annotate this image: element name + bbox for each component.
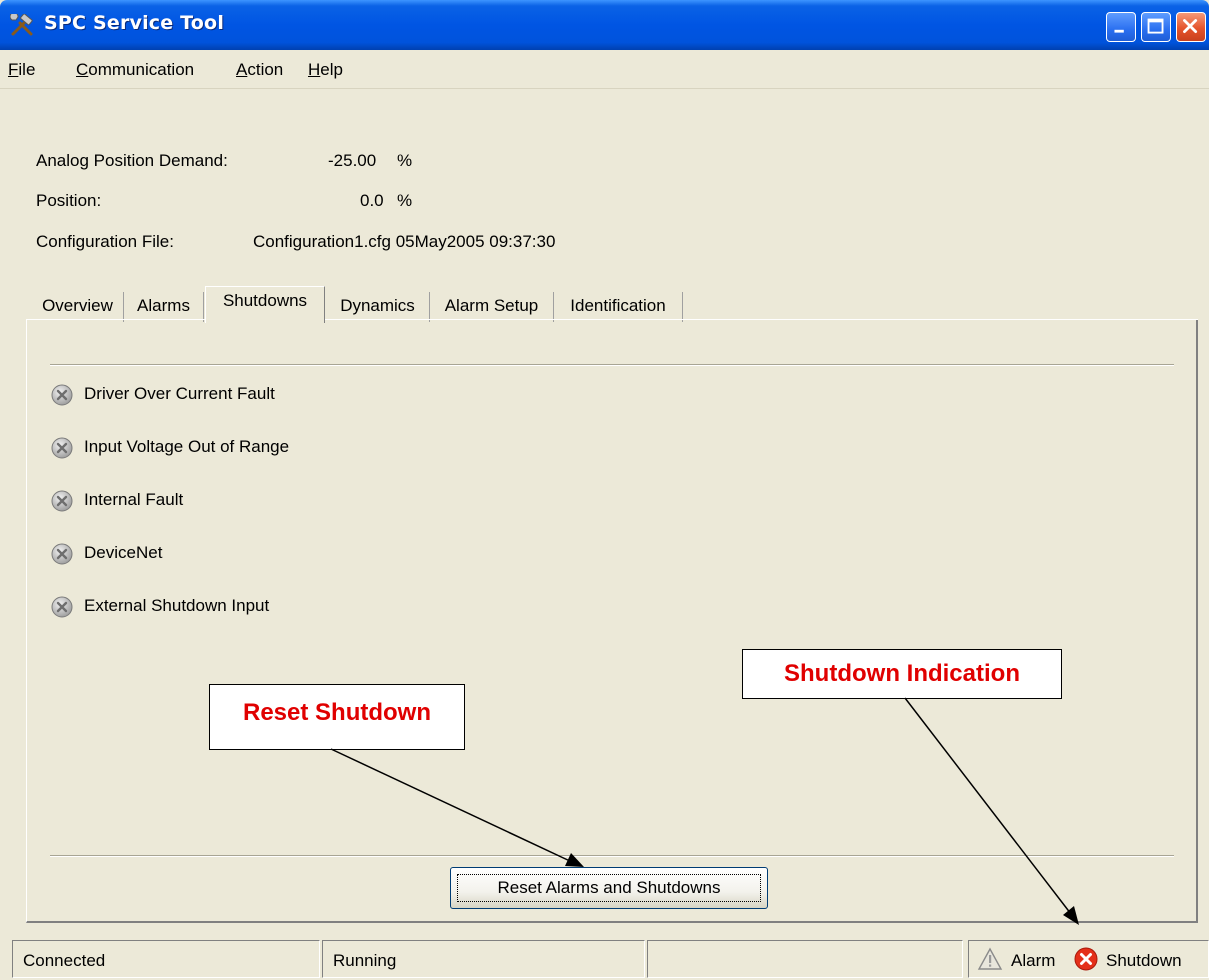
shutdown-error-icon <box>1074 947 1098 971</box>
alarm-indicator-label: Alarm <box>1011 951 1056 970</box>
menu-file[interactable]: File <box>8 60 35 80</box>
analog-demand-value: -25.00 <box>328 151 377 170</box>
app-window: SPC Service Tool File Communication Acti… <box>0 0 1209 980</box>
panel-bottom-divider <box>50 855 1174 857</box>
analog-demand-label: Analog Position Demand: <box>36 151 228 170</box>
inactive-x-icon <box>51 543 73 565</box>
menu-communication[interactable]: Communication <box>76 60 194 80</box>
panel-top-divider <box>50 364 1174 366</box>
inactive-x-icon <box>51 384 73 406</box>
menu-divider <box>0 88 1209 89</box>
inactive-x-icon <box>51 437 73 459</box>
position-label: Position: <box>36 191 102 210</box>
title-bar[interactable]: SPC Service Tool <box>0 0 1209 50</box>
position-value: 0.0 <box>360 191 384 210</box>
alarm-warning-icon <box>977 947 1003 970</box>
shutdown-label: Input Voltage Out of Range <box>84 437 290 456</box>
position-unit: % <box>397 191 413 210</box>
tab-shutdowns[interactable]: Shutdowns <box>205 286 325 323</box>
shutdown-label: DeviceNet <box>84 543 163 562</box>
minimize-icon <box>1114 29 1124 33</box>
status-bar: Connected Running Alarm Shutdown <box>0 938 1209 980</box>
analog-demand-unit: % <box>397 151 413 170</box>
shutdown-label: External Shutdown Input <box>84 596 270 615</box>
status-state: Running <box>322 940 645 978</box>
status-indicators: Alarm Shutdown <box>968 940 1209 978</box>
tab-strip-edge <box>26 319 1198 320</box>
config-file-label: Configuration File: <box>36 232 174 251</box>
tools-icon <box>10 14 33 36</box>
status-empty <box>647 940 963 978</box>
reset-shutdown-callout: Reset Shutdown <box>209 684 465 750</box>
close-button[interactable] <box>1176 12 1206 42</box>
menu-help[interactable]: Help <box>308 60 343 80</box>
window-title: SPC Service Tool <box>44 12 225 34</box>
shutdowns-panel <box>26 320 1198 923</box>
minimize-button[interactable] <box>1106 12 1136 42</box>
status-connection: Connected <box>12 940 320 978</box>
shutdown-indication-callout: Shutdown Indication <box>742 649 1062 699</box>
tab-alarm-setup[interactable]: Alarm Setup <box>430 292 554 322</box>
tab-identification[interactable]: Identification <box>554 292 683 322</box>
close-icon <box>1183 19 1198 34</box>
reset-alarms-shutdowns-button[interactable]: Reset Alarms and Shutdowns <box>450 867 768 909</box>
tab-alarms[interactable]: Alarms <box>124 292 204 322</box>
shutdown-label: Internal Fault <box>84 490 184 509</box>
shutdown-label: Driver Over Current Fault <box>84 384 275 403</box>
menu-action[interactable]: Action <box>236 60 283 80</box>
maximize-button[interactable] <box>1141 12 1171 42</box>
config-file-value: Configuration1.cfg 05May2005 09:37:30 <box>253 232 556 251</box>
tab-dynamics[interactable]: Dynamics <box>326 292 430 322</box>
maximize-icon <box>1147 18 1164 34</box>
menu-bar: File Communication Action Help <box>0 54 1209 86</box>
reset-button-label: Reset Alarms and Shutdowns <box>497 878 721 897</box>
tab-overview[interactable]: Overview <box>32 292 124 322</box>
inactive-x-icon <box>51 490 73 512</box>
inactive-x-icon <box>51 596 73 618</box>
shutdown-indicator-label: Shutdown <box>1106 951 1182 970</box>
